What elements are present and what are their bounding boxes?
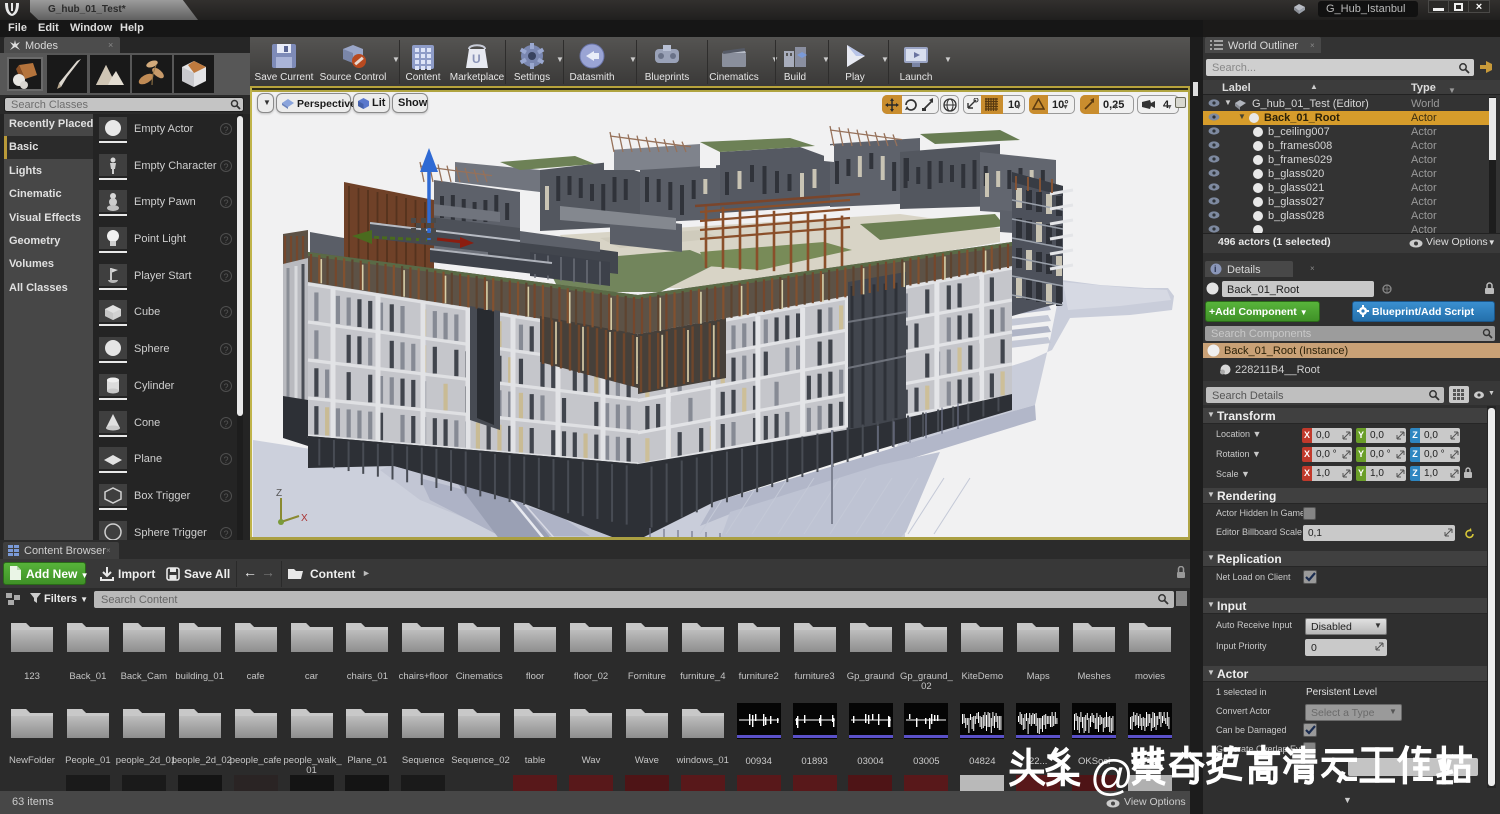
svg-text:@: @ (1090, 752, 1134, 800)
svg-text:X: X (301, 513, 308, 524)
svg-text:Z: Z (276, 488, 282, 499)
svg-text:i: i (1214, 264, 1217, 274)
svg-text:U: U (472, 52, 481, 66)
